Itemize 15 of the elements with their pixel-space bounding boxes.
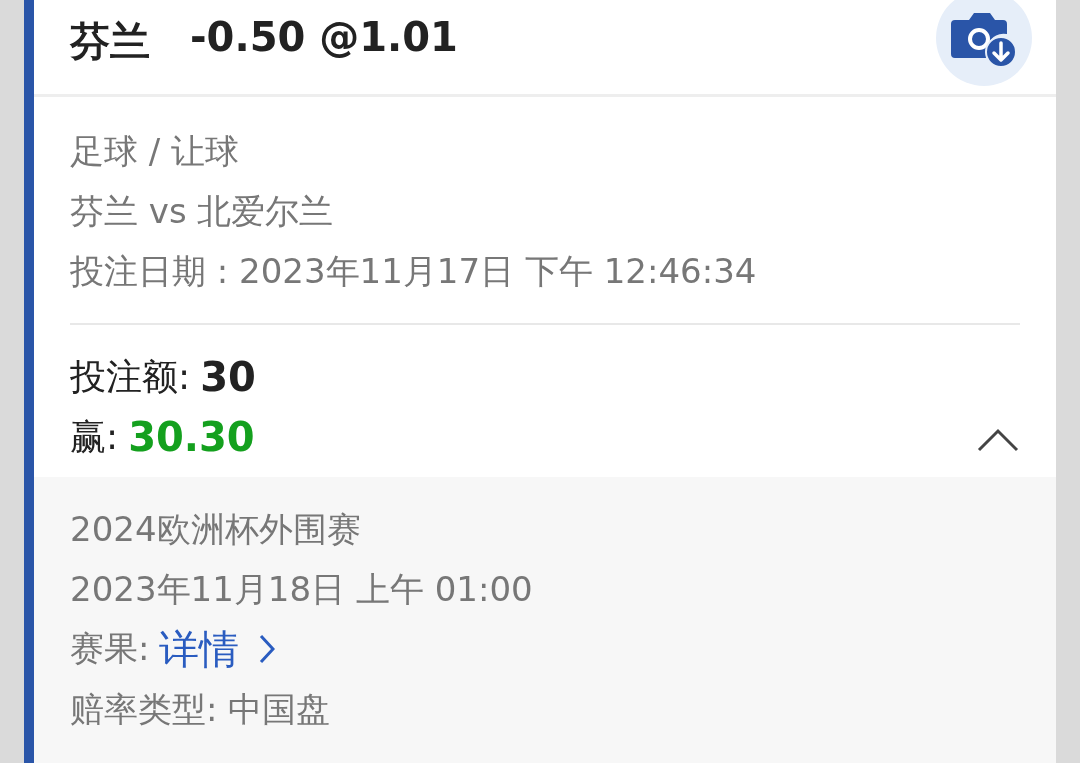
win-value: 30.30 (128, 414, 255, 460)
selection-name: 芬兰 (70, 17, 150, 66)
chevron-right-icon (259, 634, 276, 664)
bet-detail-text: 足球 / 让球 (70, 130, 241, 173)
odds-type-text: 赔率类型: 中国盘 (70, 688, 332, 731)
bet-detail-text: 投注日期 : 2023年11月17日 下午 12:46:34 (70, 250, 758, 293)
kickoff-text: 2023年11月18日 上午 01:00 (70, 568, 534, 611)
result-label: 赛果: (70, 627, 150, 670)
stake-value: 30 (200, 354, 256, 400)
competition-text: 2024欧洲杯外围赛 (70, 508, 362, 551)
win-label: 赢: (70, 414, 119, 459)
odds-text: -0.50 @1.01 (190, 14, 458, 60)
result-details-link[interactable]: 详情 (159, 621, 276, 677)
stake-label: 投注额: (70, 354, 191, 399)
bet-detail-text: 芬兰 vs 北爱尔兰 (70, 190, 335, 233)
